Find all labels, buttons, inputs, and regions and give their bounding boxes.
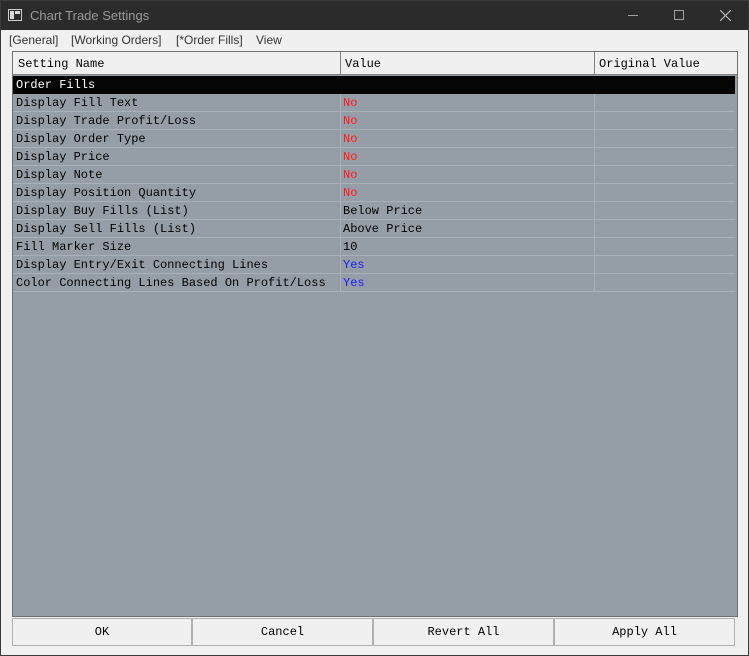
setting-value[interactable]: Yes — [343, 276, 365, 290]
settings-grid: Setting Name Value Original Value Order … — [12, 51, 738, 617]
chart-trade-settings-window: Chart Trade Settings [General] [Working … — [0, 0, 749, 656]
vertical-scrollbar[interactable] — [735, 76, 737, 616]
setting-name: Display Price — [16, 150, 110, 164]
setting-row[interactable]: Display Buy Fills (List) Below Price — [13, 202, 735, 220]
setting-value[interactable]: No — [343, 186, 357, 200]
grid-header: Setting Name Value Original Value — [13, 52, 737, 75]
menu-view[interactable]: View — [256, 33, 282, 47]
setting-row[interactable]: Display Fill Text No — [13, 94, 735, 112]
menu-general[interactable]: [General] — [9, 33, 58, 47]
setting-name: Display Entry/Exit Connecting Lines — [16, 258, 269, 272]
setting-row[interactable]: Display Note No — [13, 166, 735, 184]
setting-value[interactable]: Below Price — [343, 204, 422, 218]
close-icon[interactable] — [702, 1, 748, 30]
column-header-value[interactable]: Value — [345, 57, 381, 71]
dialog-footer: OK Cancel Revert All Apply All — [12, 618, 738, 646]
setting-row[interactable]: Display Position Quantity No — [13, 184, 735, 202]
setting-row[interactable]: Display Entry/Exit Connecting Lines Yes — [13, 256, 735, 274]
setting-name: Display Trade Profit/Loss — [16, 114, 197, 128]
menu-order-fills[interactable]: [*Order Fills] — [176, 33, 243, 47]
column-header-setting-name[interactable]: Setting Name — [18, 57, 104, 71]
setting-row[interactable]: Color Connecting Lines Based On Profit/L… — [13, 274, 735, 292]
setting-row[interactable]: Fill Marker Size 10 — [13, 238, 735, 256]
setting-name: Fill Marker Size — [16, 240, 132, 254]
cancel-button[interactable]: Cancel — [192, 618, 373, 646]
setting-name: Display Position Quantity — [16, 186, 197, 200]
window-title: Chart Trade Settings — [30, 8, 150, 23]
minimize-icon[interactable] — [610, 1, 656, 30]
setting-name: Display Note — [16, 168, 103, 182]
apply-all-button[interactable]: Apply All — [554, 618, 735, 646]
maximize-icon[interactable] — [656, 1, 702, 30]
setting-name: Color Connecting Lines Based On Profit/L… — [16, 276, 326, 290]
menu-working-orders[interactable]: [Working Orders] — [71, 33, 161, 47]
menu-bar: [General] [Working Orders] [*Order Fills… — [1, 30, 748, 50]
setting-value[interactable]: No — [343, 114, 357, 128]
setting-name: Display Sell Fills (List) — [16, 222, 197, 236]
app-icon — [8, 9, 22, 21]
ok-button[interactable]: OK — [12, 618, 192, 646]
original-column-divider — [594, 94, 595, 292]
setting-value[interactable]: No — [343, 150, 357, 164]
setting-value[interactable]: 10 — [343, 240, 357, 254]
setting-name: Display Fill Text — [16, 96, 139, 110]
value-column-divider — [340, 94, 341, 292]
setting-value[interactable]: Yes — [343, 258, 365, 272]
column-header-original-value[interactable]: Original Value — [599, 57, 700, 71]
setting-row[interactable]: Display Trade Profit/Loss No — [13, 112, 735, 130]
setting-value[interactable]: No — [343, 96, 357, 110]
column-divider[interactable] — [594, 52, 595, 75]
setting-value[interactable]: No — [343, 132, 357, 146]
setting-value[interactable]: Above Price — [343, 222, 422, 236]
setting-row[interactable]: Display Sell Fills (List) Above Price — [13, 220, 735, 238]
title-bar[interactable]: Chart Trade Settings — [1, 1, 748, 30]
column-divider[interactable] — [340, 52, 341, 75]
category-label: Order Fills — [16, 78, 96, 92]
setting-value[interactable]: No — [343, 168, 357, 182]
category-row-order-fills[interactable]: Order Fills — [13, 76, 735, 94]
setting-row[interactable]: Display Order Type No — [13, 130, 735, 148]
setting-name: Display Buy Fills (List) — [16, 204, 189, 218]
revert-all-button[interactable]: Revert All — [373, 618, 554, 646]
setting-name: Display Order Type — [16, 132, 146, 146]
setting-row[interactable]: Display Price No — [13, 148, 735, 166]
